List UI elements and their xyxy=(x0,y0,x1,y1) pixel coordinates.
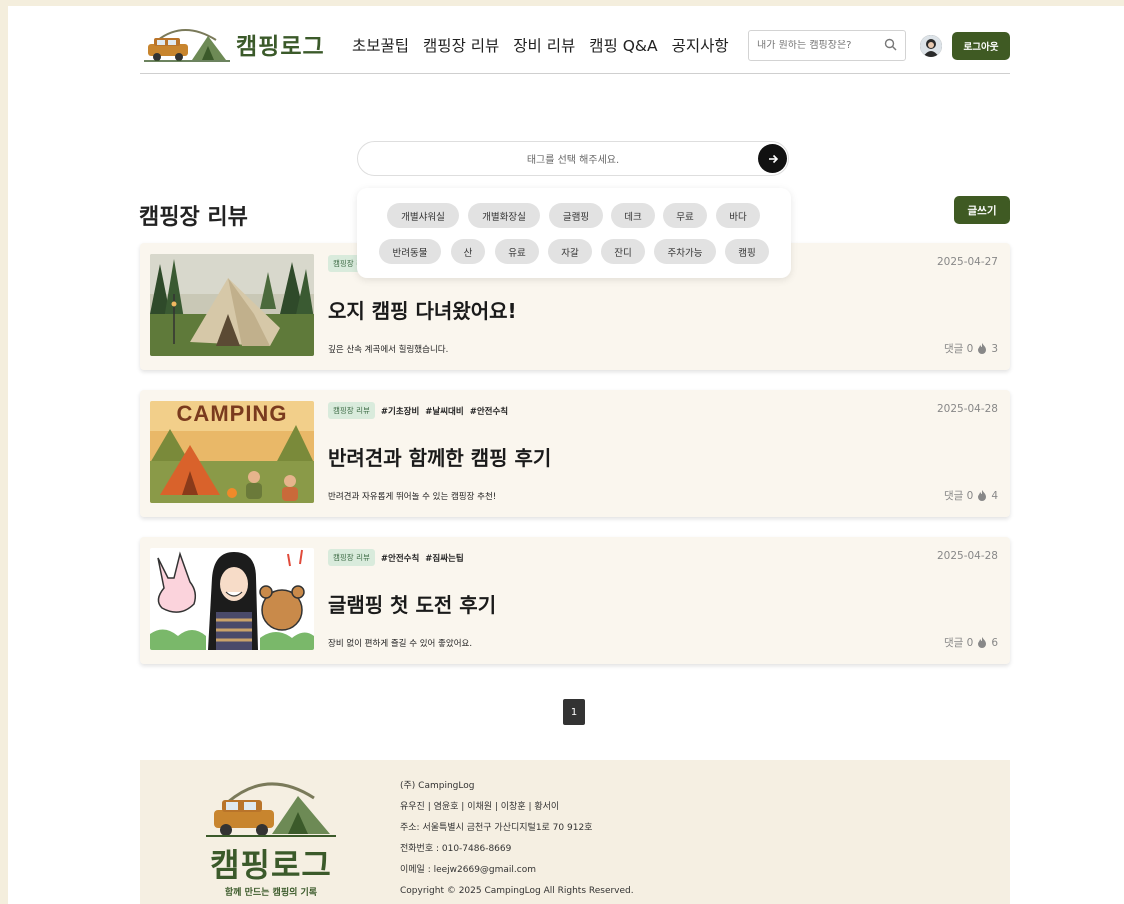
main-nav: 초보꿀팁 캠핑장 리뷰 장비 리뷰 캠핑 Q&A 공지사항 xyxy=(352,34,729,56)
tag-chip[interactable]: 무료 xyxy=(663,203,707,228)
comment-count: 댓글 0 xyxy=(943,343,974,355)
comment-count: 댓글 0 xyxy=(943,490,974,502)
hashtag[interactable]: #짐싸는팁 xyxy=(425,552,463,564)
footer-members: 유우진 | 염윤호 | 이채원 | 이창훈 | 황서이 xyxy=(400,802,560,812)
tag-chip[interactable]: 자갈 xyxy=(548,239,592,264)
footer-logo: 캠핑로그 함께 만드는 캠핑의 기록 xyxy=(206,774,336,898)
tag-chip[interactable]: 유료 xyxy=(495,239,539,264)
nav-item-qna[interactable]: 캠핑 Q&A xyxy=(589,34,657,56)
post-meta: 댓글 0 3 xyxy=(944,341,998,356)
tag-chip[interactable]: 개별샤워실 xyxy=(387,203,459,228)
site-footer: 캠핑로그 함께 만드는 캠핑의 기록 (주) CampingLog 유우진 | … xyxy=(140,760,1010,904)
tag-chip[interactable]: 글램핑 xyxy=(549,203,603,228)
tag-chip[interactable]: 주차가능 xyxy=(654,239,716,264)
like-count: 3 xyxy=(991,342,998,355)
logout-button[interactable]: 로그아웃 xyxy=(952,32,1010,60)
page: 캠핑로그 초보꿀팁 캠핑장 리뷰 장비 리뷰 캠핑 Q&A 공지사항 로그아웃 … xyxy=(8,6,1124,904)
tag-chip[interactable]: 잔디 xyxy=(601,239,645,264)
post-title[interactable]: 글램핑 첫 도전 후기 xyxy=(328,589,496,618)
tag-search-placeholder: 태그를 선택 해주세요. xyxy=(526,155,620,166)
page-title: 캠핑장 리뷰 xyxy=(139,205,248,230)
hashtag[interactable]: #안전수칙 xyxy=(470,405,508,417)
pagination-page-1[interactable]: 1 xyxy=(563,699,585,725)
footer-copyright: Copyright © 2025 CampingLog All Rights R… xyxy=(400,886,634,896)
footer-company: (주) CampingLog xyxy=(400,781,475,791)
fire-icon xyxy=(978,490,987,501)
post-description: 반려견과 자유롭게 뛰어놀 수 있는 캠핑장 추천! xyxy=(328,492,497,502)
post-meta: 댓글 0 6 xyxy=(944,635,998,650)
site-logo[interactable]: 캠핑로그 xyxy=(144,22,325,66)
post-card[interactable]: 캠핑장 리뷰 #안전수칙 #짐싸는팁 글램핑 첫 도전 후기 장비 없이 편하게… xyxy=(140,537,1010,664)
arrow-right-icon xyxy=(768,154,778,163)
nav-item-campsite-review[interactable]: 캠핑장 리뷰 xyxy=(423,34,499,56)
user-avatar[interactable] xyxy=(920,35,942,57)
post-meta: 댓글 0 4 xyxy=(944,488,998,503)
category-badge[interactable]: 캠핑장 리뷰 xyxy=(328,549,375,566)
fire-icon xyxy=(978,343,987,354)
hashtag[interactable]: #안전수칙 xyxy=(381,552,419,564)
write-post-button[interactable]: 글쓰기 xyxy=(954,196,1010,224)
camping-car-tent-logo-icon xyxy=(206,782,336,837)
tag-chip[interactable]: 데크 xyxy=(611,203,655,228)
fire-icon xyxy=(978,637,987,648)
site-header: 캠핑로그 초보꿀팁 캠핑장 리뷰 장비 리뷰 캠핑 Q&A 공지사항 로그아웃 xyxy=(140,22,1010,74)
post-date: 2025-04-27 xyxy=(936,256,998,268)
tag-search-bar[interactable]: 태그를 선택 해주세요. xyxy=(357,141,789,176)
search-icon[interactable] xyxy=(884,36,897,55)
tag-chip[interactable]: 개별화장실 xyxy=(468,203,540,228)
footer-email: 이메일 : leejw2669@gmail.com xyxy=(400,865,537,875)
tag-chip[interactable]: 바다 xyxy=(716,203,760,228)
hashtag[interactable]: #기초장비 xyxy=(381,405,419,417)
footer-phone: 전화번호 : 010-7486-8669 xyxy=(400,844,512,854)
footer-info: (주) CampingLog 유우진 | 염윤호 | 이채원 | 이창훈 | 황… xyxy=(400,776,634,902)
camping-car-tent-logo-icon xyxy=(144,29,230,62)
post-title[interactable]: 반려견과 함께한 캠핑 후기 xyxy=(328,442,551,471)
post-title[interactable]: 오지 캠핑 다녀왔어요! xyxy=(328,295,517,324)
footer-slogan: 함께 만드는 캠핑의 기록 xyxy=(224,888,318,898)
tent-forest-image xyxy=(150,254,314,356)
like-count: 6 xyxy=(991,636,998,649)
post-card[interactable]: CAMPING 캠핑장 리뷰 #기초장비 #날씨대비 #안전수칙 반려견과 함께… xyxy=(140,390,1010,517)
post-description: 장비 없이 편하게 즐길 수 있어 좋았어요. xyxy=(328,639,473,649)
post-date: 2025-04-28 xyxy=(936,550,998,562)
hashtag[interactable]: #날씨대비 xyxy=(425,405,463,417)
tag-chip[interactable]: 산 xyxy=(451,239,485,264)
post-tags: 캠핑장 리뷰 #기초장비 #날씨대비 #안전수칙 xyxy=(328,402,508,419)
post-thumbnail[interactable] xyxy=(150,254,314,356)
nav-item-tips[interactable]: 초보꿀팁 xyxy=(352,34,409,56)
category-badge[interactable]: 캠핑장 리뷰 xyxy=(328,402,375,419)
post-tags: 캠핑장 리뷰 #안전수칙 #짐싸는팁 xyxy=(328,549,464,566)
like-count: 4 xyxy=(991,489,998,502)
cartoon-girl-image xyxy=(150,548,314,650)
thumbnail-caption: CAMPING xyxy=(176,401,288,426)
tag-chip[interactable]: 캠핑 xyxy=(725,239,769,264)
header-search xyxy=(748,30,906,61)
footer-address: 주소: 서울특별시 금천구 가산디지털1로 70 912호 xyxy=(400,823,593,833)
logo-text: 캠핑로그 xyxy=(236,34,325,60)
search-input[interactable] xyxy=(757,40,875,51)
post-thumbnail[interactable] xyxy=(150,548,314,650)
footer-logo-text: 캠핑로그 xyxy=(210,846,332,884)
nav-item-notice[interactable]: 공지사항 xyxy=(672,34,729,56)
tag-dropdown-panel: 개별샤워실 개별화장실 글램핑 데크 무료 바다 반려동물 산 유료 자갈 잔디… xyxy=(357,188,791,278)
comment-count: 댓글 0 xyxy=(943,637,974,649)
post-date: 2025-04-28 xyxy=(936,403,998,415)
nav-item-gear-review[interactable]: 장비 리뷰 xyxy=(513,34,575,56)
tag-search-submit-button[interactable] xyxy=(758,144,787,173)
tag-chip[interactable]: 반려동물 xyxy=(379,239,441,264)
post-description: 깊은 산속 계곡에서 힐링했습니다. xyxy=(328,345,449,355)
post-thumbnail[interactable]: CAMPING xyxy=(150,401,314,503)
